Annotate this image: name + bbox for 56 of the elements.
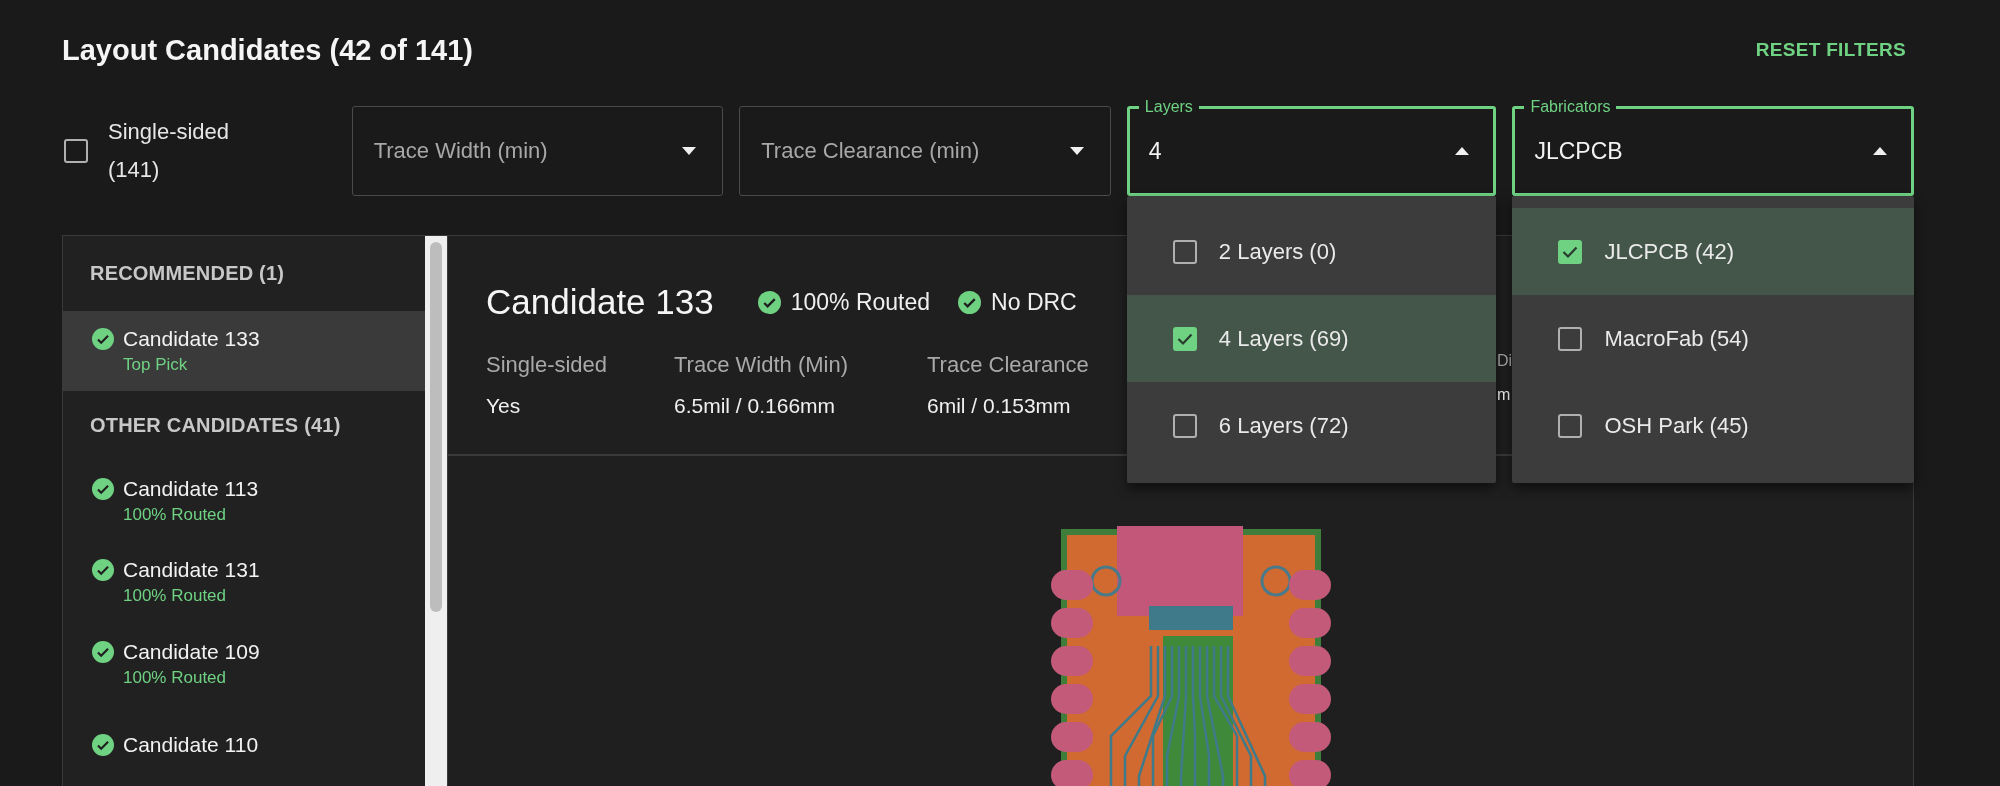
stat-value: 6mil / 0.153mm (927, 394, 1071, 418)
caret-icon (1873, 147, 1887, 155)
stat-value: 6.5mil / 0.166mm (674, 394, 836, 418)
section-heading: OTHER CANDIDATES (41) (89, 413, 342, 439)
candidate-item[interactable]: Candidate 110 (63, 704, 425, 786)
checkbox[interactable] (1172, 413, 1197, 438)
check-circle-icon (92, 559, 114, 582)
caret-icon (682, 147, 697, 155)
candidate-item[interactable]: Candidate 113 100% Routed (63, 460, 425, 542)
stat-value: m (1497, 386, 1511, 404)
checkbox[interactable] (1172, 239, 1197, 264)
field-label: Layers (1138, 97, 1199, 117)
check-circle-icon (92, 640, 114, 663)
checkbox-label: Single-sided (141) (108, 118, 231, 184)
check-circle-icon (958, 290, 982, 314)
field-placeholder: Trace Width (min) (373, 138, 548, 164)
candidate-item[interactable]: Candidate 131 100% Routed (63, 541, 425, 624)
menu-option[interactable]: MacroFab (54) (1512, 295, 1914, 382)
field-placeholder: Trace Clearance (min) (761, 138, 980, 164)
checkbox[interactable] (1558, 239, 1583, 264)
reset-filters-link[interactable]: RESET FILTERS (1755, 39, 1914, 61)
candidate-title: Candidate 133 (486, 282, 714, 322)
check-circle-icon (92, 327, 114, 350)
menu-option[interactable]: OSH Park (45) (1512, 382, 1914, 469)
check-circle-icon (92, 734, 114, 757)
checkbox[interactable] (1558, 326, 1583, 351)
stat-label: Trace Clearance (927, 352, 1089, 378)
caret-icon (1455, 147, 1470, 155)
checkmark-icon (1176, 331, 1193, 346)
page-title: Layout Candidates (42 of 141) (62, 33, 473, 67)
stat-label: Trace Width (Min) (674, 352, 848, 378)
field-value: JLCPCB (1534, 137, 1623, 165)
stat-label: Di (1497, 352, 1513, 370)
menu-option[interactable]: JLCPCB (42) (1512, 208, 1914, 295)
caret-icon (1069, 147, 1084, 155)
menu-option[interactable]: 6 Layers (72) (1126, 382, 1497, 469)
stat-label: Single-sided (486, 352, 608, 378)
candidate-item[interactable]: Candidate 109 100% Routed (63, 623, 425, 705)
section-heading: RECOMMENDED (1) (89, 260, 286, 286)
status-badge-text: 100% Routed (790, 288, 931, 316)
scrollbar-track[interactable] (425, 236, 447, 786)
check-circle-icon (92, 477, 114, 500)
status-badge-text: No DRC (991, 288, 1077, 316)
checkmark-icon (1562, 244, 1579, 259)
menu-option[interactable]: 2 Layers (0) (1126, 208, 1497, 295)
checkbox[interactable] (64, 139, 88, 163)
stat-value: Yes (486, 394, 521, 418)
check-circle-icon (757, 290, 781, 314)
select-field[interactable]: Trace Clearance (min) (739, 96, 1111, 196)
select-field[interactable]: Trace Width (min) (351, 96, 724, 196)
scrollbar-thumb[interactable] (430, 242, 442, 612)
checkbox[interactable] (1172, 326, 1197, 351)
checkbox[interactable] (1558, 413, 1583, 438)
candidate-item[interactable]: Candidate 133 Top Pick (63, 310, 425, 392)
menu-option[interactable]: 4 Layers (69) (1126, 295, 1497, 382)
field-value: 4 (1148, 137, 1162, 165)
